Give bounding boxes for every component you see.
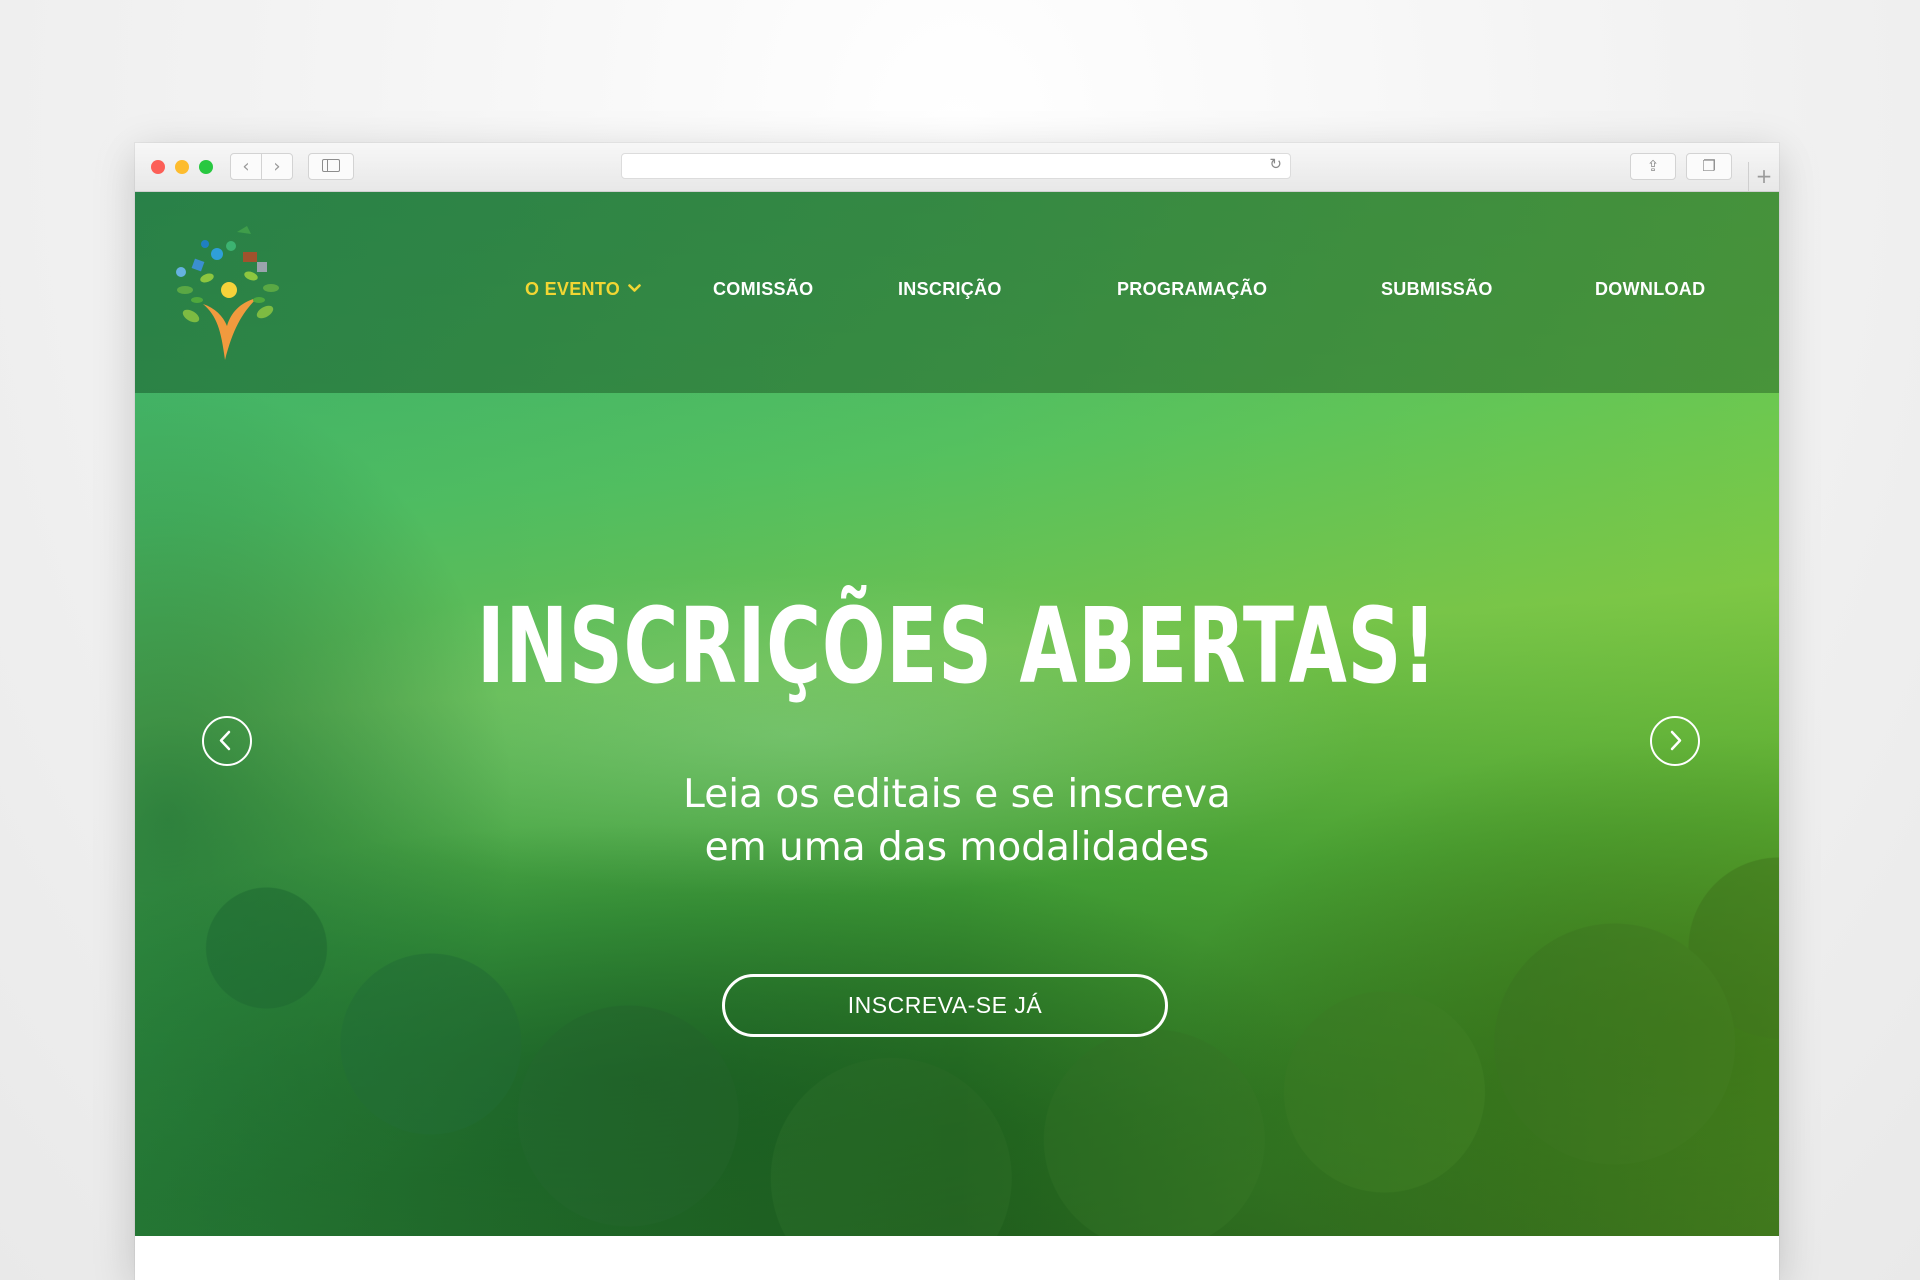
hero-title: INSCRIÇÕES ABERTAS! [476,585,1438,707]
share-button[interactable]: ⇪ [1630,153,1676,180]
site-header: O EVENTO COMISSÃO INSCRIÇÃO PROGRAMAÇÃO … [135,192,1779,393]
browser-toolbar: ‹ › ↻ ⇪ ❐ + [135,143,1779,192]
chevron-left-icon: ‹ [242,156,250,177]
sidebar-icon [322,159,340,172]
hero-subtitle-line-2: em uma das modalidades [704,825,1210,870]
register-now-button[interactable]: INSCREVA-SE JÁ [722,974,1168,1037]
hero-subtitle-line-1: Leia os editais e se inscreva [683,772,1231,817]
nav-download[interactable]: DOWNLOAD [1595,279,1705,300]
forward-button[interactable]: › [261,153,293,180]
back-button[interactable]: ‹ [230,153,262,180]
close-window-button[interactable] [151,160,165,174]
chevron-right-icon: › [273,156,281,177]
chevron-right-icon [1670,730,1682,751]
chevron-down-icon [628,284,641,292]
event-logo[interactable] [167,220,291,366]
nav-comissao[interactable]: COMISSÃO [713,279,813,300]
page-content-below-hero [135,1236,1779,1280]
zoom-window-button[interactable] [199,160,213,174]
hero-section: INSCRIÇÕES ABERTAS! Leia os editais e se… [135,192,1779,1236]
carousel-next-button[interactable] [1650,716,1700,766]
sidebar-toggle-button[interactable] [308,153,354,180]
nav-label-o-evento: O EVENTO [525,279,621,299]
address-bar[interactable]: ↻ [621,153,1291,179]
new-tab-button[interactable]: + [1748,162,1779,191]
plus-icon: + [1755,164,1773,188]
nav-submissao[interactable]: SUBMISSÃO [1381,279,1493,300]
tab-overview-button[interactable]: ❐ [1686,153,1732,180]
nav-o-evento[interactable]: O EVENTO [525,279,641,300]
page-viewport: INSCRIÇÕES ABERTAS! Leia os editais e se… [135,192,1779,1280]
carousel-prev-button[interactable] [202,716,252,766]
nav-inscricao[interactable]: INSCRIÇÃO [898,279,1002,300]
reload-icon[interactable]: ↻ [1269,155,1282,173]
chevron-left-icon [219,730,231,751]
minimize-window-button[interactable] [175,160,189,174]
share-icon: ⇪ [1646,157,1660,175]
browser-window: ‹ › ↻ ⇪ ❐ + INSCRIÇÕES ABERTAS! Leia os … [135,143,1779,1280]
tabs-icon: ❐ [1702,157,1716,175]
nav-programacao[interactable]: PROGRAMAÇÃO [1117,279,1267,300]
